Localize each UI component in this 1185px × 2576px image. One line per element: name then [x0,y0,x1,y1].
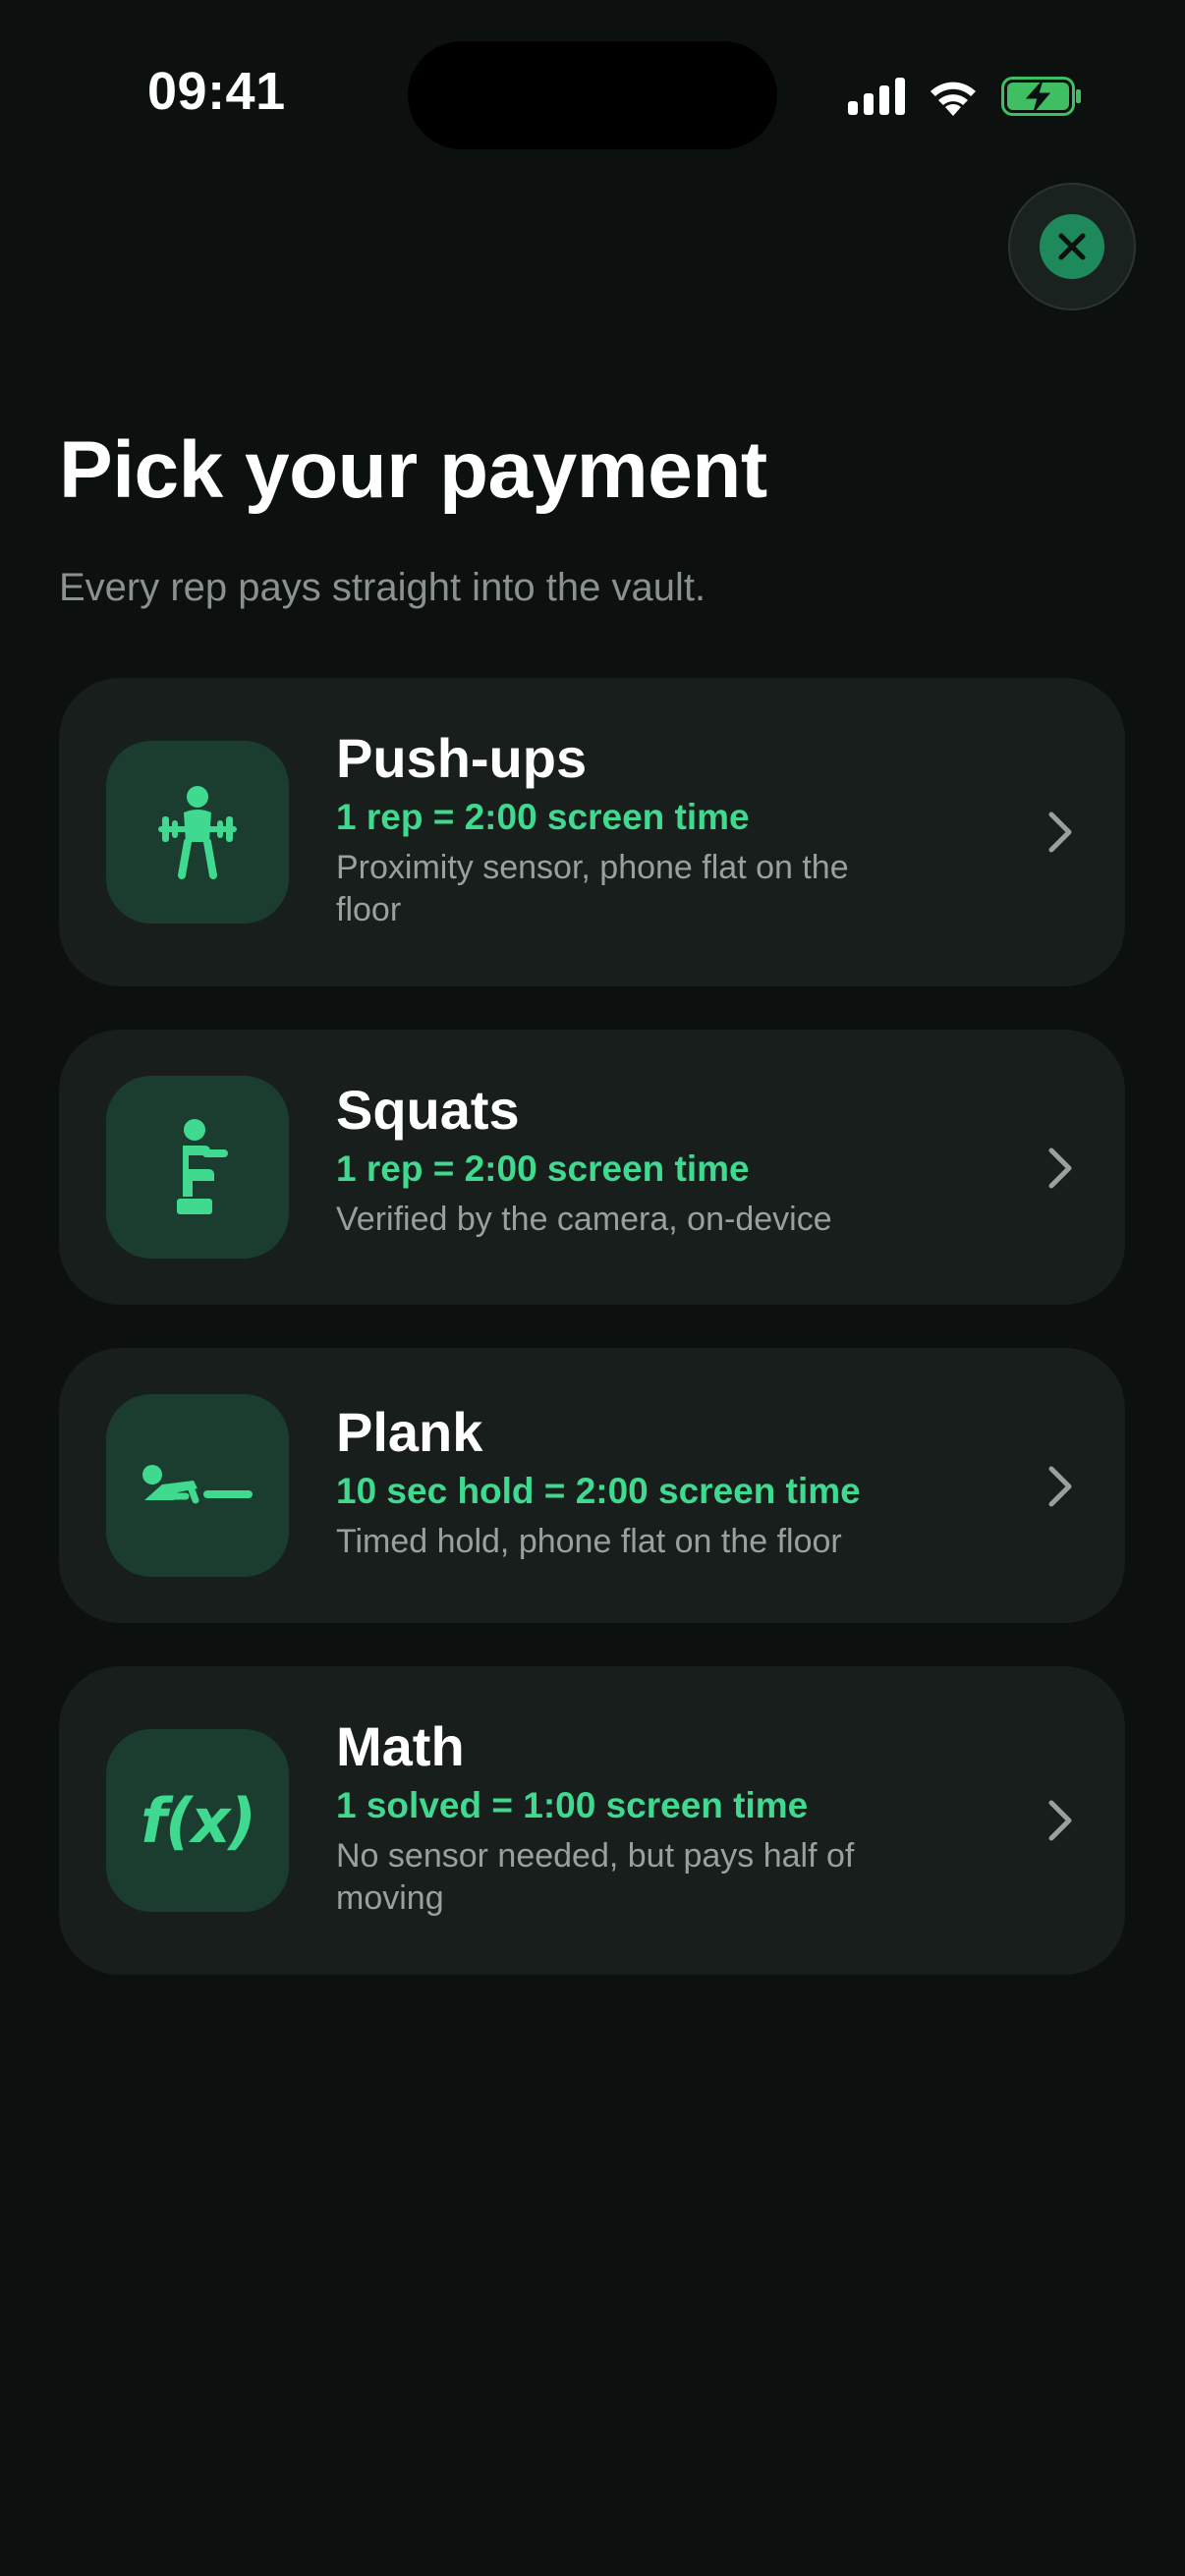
option-rate: 1 solved = 1:00 screen time [336,1785,809,1825]
close-icon [1040,214,1104,279]
chevron-right-icon [1041,808,1080,857]
function-icon: f(x) [106,1729,289,1912]
option-rate: 1 rep = 2:00 screen time [336,797,750,837]
page-subtitle: Every rep pays straight into the vault. [59,566,706,609]
option-description: Proximity sensor, phone flat on the floo… [336,849,849,928]
option-text: Push-ups 1 rep = 2:00 screen time Proxim… [336,727,945,931]
close-button[interactable] [1008,183,1136,310]
wifi-icon [927,77,980,121]
option-description: Verified by the camera, on-device [336,1201,832,1238]
function-icon-label: f(x) [141,1784,256,1857]
option-title: Squats [336,1079,520,1141]
option-card-math[interactable]: f(x) Math 1 solved = 1:00 screen time No… [59,1666,1125,1975]
status-time: 09:41 [147,62,286,121]
option-description: Timed hold, phone flat on the floor [336,1523,842,1560]
option-card-push-ups[interactable]: Push-ups 1 rep = 2:00 screen time Proxim… [59,678,1125,986]
squat-icon [106,1076,289,1259]
chevron-right-icon [1041,1796,1080,1845]
option-text: Squats 1 rep = 2:00 screen time Verified… [336,1079,945,1241]
weightlifting-icon [106,741,289,924]
option-card-plank[interactable]: Plank 10 sec hold = 2:00 screen time Tim… [59,1348,1125,1623]
dynamic-island [408,41,777,149]
option-title: Push-ups [336,727,588,789]
option-title: Plank [336,1401,483,1463]
chevron-right-icon [1041,1144,1080,1193]
option-title: Math [336,1715,465,1777]
status-bar: 09:41 [0,0,1185,196]
plank-icon [106,1394,289,1577]
page-title: Pick your payment [59,425,767,515]
option-card-squats[interactable]: Squats 1 rep = 2:00 screen time Verified… [59,1030,1125,1305]
status-icons [848,77,1082,121]
battery-charging-icon [1001,77,1082,121]
signal-icon [848,78,905,120]
chevron-right-icon [1041,1462,1080,1511]
option-description: No sensor needed, but pays half of movin… [336,1837,855,1917]
option-text: Plank 10 sec hold = 2:00 screen time Tim… [336,1401,945,1563]
option-rate: 1 rep = 2:00 screen time [336,1148,750,1189]
option-text: Math 1 solved = 1:00 screen time No sens… [336,1715,945,1920]
option-rate: 10 sec hold = 2:00 screen time [336,1471,861,1511]
